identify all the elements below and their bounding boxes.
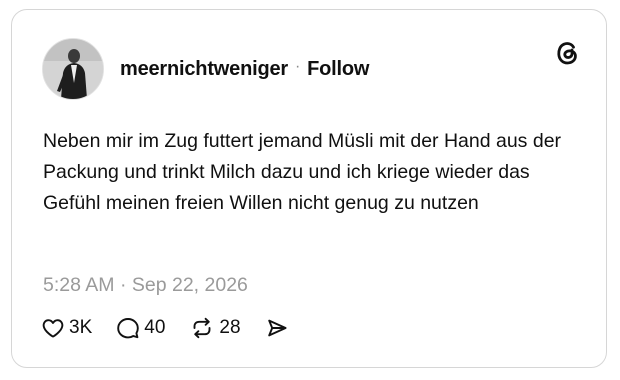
name-row: meernichtweniger · Follow [120,58,369,81]
separator-dot: · [294,58,301,75]
timestamp[interactable]: 5:28 AM · Sep 22, 2026 [43,274,248,297]
reply-count: 40 [144,317,166,338]
action-bar: 3K 40 28 [41,313,313,343]
username[interactable]: meernichtweniger [120,58,288,81]
follow-button[interactable]: Follow [307,58,369,81]
threads-logo-icon[interactable] [552,38,582,68]
speech-bubble-icon [117,318,139,339]
like-button[interactable]: 3K [41,316,92,340]
repost-count: 28 [219,317,241,338]
post-card: meernichtweniger · Follow Neben mir im Z… [11,9,607,368]
post-header: meernichtweniger · Follow [42,37,369,101]
avatar-image [43,39,103,99]
repost-button[interactable]: 28 [189,316,241,340]
like-count: 3K [69,317,93,338]
post-text: Neben mir im Zug futtert jemand Müsli mi… [43,130,562,214]
heart-icon [42,319,64,338]
share-button[interactable] [265,316,289,340]
reply-button[interactable]: 40 [116,316,165,340]
repost-arrows-icon [193,317,211,339]
avatar[interactable] [42,38,104,100]
send-icon [267,319,287,337]
